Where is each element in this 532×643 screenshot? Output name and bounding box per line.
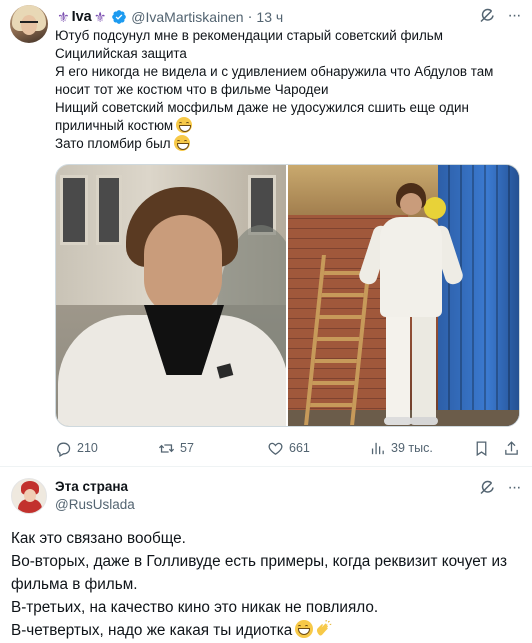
text-line: В-четвертых, надо же какая ты идиотка [11, 619, 526, 642]
share-icon [505, 440, 518, 455]
heart-icon [268, 442, 283, 455]
text-line: В-третьих, на качество кино это никак не… [11, 599, 379, 616]
retweet-button[interactable]: 57 [158, 438, 194, 458]
text-line: носит тот же костюм что в фильме Чародеи [55, 82, 329, 97]
author-handle[interactable]: @RusUslada [55, 497, 135, 512]
more-options-icon[interactable]: ··· [504, 478, 524, 498]
grinning-emoji-icon [295, 620, 314, 638]
fleur-de-lis-icon: ⚜ [57, 8, 70, 25]
tweet-timestamp[interactable]: 13 ч [256, 9, 283, 25]
media-grid [55, 164, 520, 427]
bookmark-icon [476, 440, 487, 456]
text-line: Сицилийская защита [55, 46, 187, 61]
text-line: Ютуб подсунул мне в рекомендации старый … [55, 28, 443, 43]
reply-icon [57, 442, 71, 457]
author-name[interactable]: Iva [72, 9, 92, 25]
retweet-count: 57 [180, 441, 194, 455]
tweet-original[interactable]: ⚜ Iva ⚜ @IvaMartiskainen · 13 ч ··· Ютуб… [0, 0, 532, 466]
text-line: приличный костюм [55, 117, 525, 135]
views-count: 39 тыс. [391, 441, 433, 455]
clapping-hands-icon [317, 620, 332, 636]
tweet-text: Ютуб подсунул мне в рекомендации старый … [55, 27, 525, 153]
grok-icon[interactable] [478, 480, 496, 498]
text-line: Во-вторых, даже в Голливуде есть примеры… [11, 553, 508, 570]
text-line: Я его никогда не видела и с удивлением о… [55, 64, 494, 79]
photo-actor-closeup[interactable] [56, 165, 286, 426]
grinning-emoji-icon [173, 135, 190, 151]
retweet-icon [158, 443, 175, 453]
author-name[interactable]: Эта страна [55, 479, 128, 494]
reply-button[interactable]: 210 [55, 438, 98, 458]
reply-count: 210 [77, 441, 98, 455]
author-handle[interactable]: @IvaMartiskainen [131, 9, 243, 25]
share-button[interactable] [503, 438, 525, 458]
views-chart-icon [371, 442, 384, 454]
tweet-text: Как это связано вообще. Во-вторых, даже … [11, 527, 526, 642]
tweet-actions: 210 57 661 39 тыс. [55, 438, 522, 458]
grok-icon[interactable] [478, 8, 496, 26]
like-count: 661 [289, 441, 310, 455]
views-button[interactable]: 39 тыс. [369, 438, 433, 458]
like-button[interactable]: 661 [267, 438, 310, 458]
text-line: Как это связано вообще. [11, 530, 186, 547]
more-options-icon[interactable]: ··· [504, 6, 524, 26]
tweet-header: ⚜ Iva ⚜ @IvaMartiskainen · 13 ч [55, 7, 283, 27]
bookmark-button[interactable] [473, 438, 495, 458]
fleur-de-lis-icon: ⚜ [93, 8, 107, 25]
author-avatar[interactable] [11, 478, 47, 514]
verified-badge-icon [112, 10, 127, 24]
photo-actor-full-suit[interactable] [288, 165, 519, 426]
grinning-emoji-icon [176, 117, 193, 133]
text-line: фильма в фильм. [11, 576, 138, 593]
author-avatar[interactable] [10, 5, 48, 43]
tweet-divider [0, 466, 532, 467]
separator-dot: · [247, 9, 253, 25]
text-line: Зато пломбир был [55, 135, 525, 153]
text-line: Нищий советский мосфильм даже не удосужи… [55, 100, 469, 115]
